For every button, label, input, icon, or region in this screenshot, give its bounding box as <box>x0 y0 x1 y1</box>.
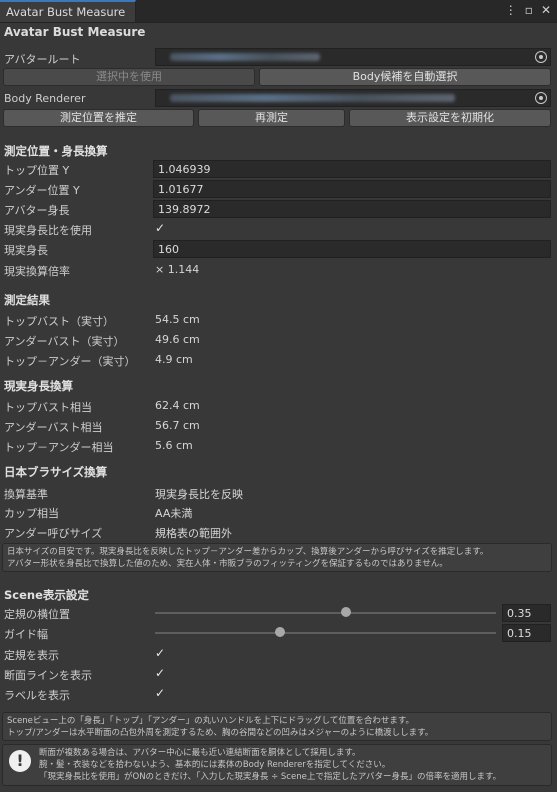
guide-width-slider[interactable] <box>155 632 496 634</box>
avatar-root-label: アバタールート <box>4 53 81 66</box>
scene-help-box: Sceneビュー上の「身長」「トップ」「アンダー」の丸いハンドルを上下にドラッグ… <box>2 712 552 741</box>
show-section-label: 断面ラインを表示 <box>4 669 92 682</box>
bust-diff-value: 4.9 cm <box>155 353 193 366</box>
position-section-title: 測定位置・身長換算 <box>4 144 108 158</box>
scene-help-line2: トップ/アンダーは水平断面の凸包外周を測定するため、胸の谷間などの凹みはメジャー… <box>7 728 434 738</box>
jp-size-help-box: 日本サイズの目安です。現実身長比を反映したトップ－アンダー差からカップ、換算後ア… <box>2 543 552 572</box>
object-picker-icon[interactable] <box>535 92 547 104</box>
avatar-root-field[interactable] <box>155 48 551 66</box>
scene-section-title: Scene表示設定 <box>4 588 89 602</box>
top-y-value: 1.046939 <box>158 163 211 176</box>
ratio-value: × 1.144 <box>155 263 200 276</box>
real-diff-value: 5.6 cm <box>155 439 193 452</box>
warning-box: ! 断面が複数ある場合は、アバター中心に最も近い連結断面を胴体として採用します。… <box>2 744 552 786</box>
top-bust-value: 54.5 cm <box>155 313 200 326</box>
maximize-icon[interactable]: ▫ <box>525 3 533 17</box>
basis-label: 換算基準 <box>4 488 48 501</box>
real-height-label: 現実身長 <box>4 244 48 257</box>
real-top-label: トップバスト相当 <box>4 401 92 414</box>
avatar-height-value: 139.8972 <box>158 203 211 216</box>
under-bust-label: アンダーバスト（実寸） <box>4 335 125 348</box>
reset-display-button[interactable]: 表示設定を初期化 <box>349 109 551 127</box>
jp-size-section-title: 日本ブラサイズ換算 <box>4 465 108 479</box>
real-height-value: 160 <box>158 243 179 256</box>
guide-width-slider-knob[interactable] <box>274 627 285 637</box>
use-real-ratio-label: 現実身長比を使用 <box>4 224 92 237</box>
real-height-field[interactable]: 160 <box>153 240 551 258</box>
under-call-value: 規格表の範囲外 <box>155 527 232 540</box>
avatar-root-value-blurred <box>170 53 320 61</box>
guide-width-field[interactable]: 0.15 <box>502 624 551 642</box>
show-ruler-label: 定規を表示 <box>4 649 59 662</box>
tab-avatar-bust-measure[interactable]: Avatar Bust Measure <box>0 0 136 22</box>
jp-size-help-line2: アバター形状を身長比で換算した値のため、実在人体・市販ブラのフィッティングを保証… <box>7 559 448 569</box>
show-section-checkbox[interactable]: ✓ <box>155 667 167 679</box>
body-renderer-value-blurred <box>170 94 455 102</box>
close-icon[interactable]: ✕ <box>541 3 551 17</box>
warning-line2: 腕・髪・衣装などを拾わないよう、基本的には素体のBody Rendererを指定… <box>39 760 391 770</box>
guide-width-label: ガイド幅 <box>4 628 48 641</box>
ruler-pos-slider-knob[interactable] <box>340 607 351 617</box>
ruler-pos-value: 0.35 <box>507 607 532 620</box>
under-y-value: 1.01677 <box>158 183 204 196</box>
show-labels-checkbox[interactable]: ✓ <box>155 687 167 699</box>
cup-value: AA未満 <box>155 507 193 520</box>
real-diff-label: トップ－アンダー相当 <box>4 441 114 454</box>
top-y-label: トップ位置 Y <box>4 164 70 177</box>
warning-line3: 「現実身長比を使用」がONのときだけ、「入力した現実身長 ÷ Scene上で指定… <box>39 772 502 782</box>
use-real-ratio-checkbox[interactable]: ✓ <box>155 222 167 234</box>
avatar-height-field[interactable]: 139.8972 <box>153 200 551 218</box>
result-section-title: 測定結果 <box>4 293 50 307</box>
bust-diff-label: トップ－アンダー（実寸） <box>4 355 136 368</box>
top-y-field[interactable]: 1.046939 <box>153 160 551 178</box>
under-y-field[interactable]: 1.01677 <box>153 180 551 198</box>
real-under-label: アンダーバスト相当 <box>4 421 103 434</box>
real-section-title: 現実身長換算 <box>4 379 73 393</box>
ruler-pos-label: 定規の横位置 <box>4 608 70 621</box>
tab-bar: Avatar Bust Measure ⋮ ▫ ✕ <box>0 0 557 23</box>
jp-size-help-line1: 日本サイズの目安です。現実身長比を反映したトップ－アンダー差からカップ、換算後ア… <box>7 547 489 557</box>
tab-controls: ⋮ ▫ ✕ <box>505 3 551 17</box>
warning-line1: 断面が複数ある場合は、アバター中心に最も近い連結断面を胴体として採用します。 <box>39 748 361 758</box>
real-under-value: 56.7 cm <box>155 419 200 432</box>
tab-title: Avatar Bust Measure <box>6 5 126 19</box>
kebab-menu-icon[interactable]: ⋮ <box>505 3 517 17</box>
show-ruler-checkbox[interactable]: ✓ <box>155 647 167 659</box>
avatar-height-label: アバター身長 <box>4 204 70 217</box>
cup-label: カップ相当 <box>4 507 59 520</box>
ruler-pos-slider[interactable] <box>155 612 496 614</box>
window-title: Avatar Bust Measure <box>4 25 146 39</box>
guide-width-value: 0.15 <box>507 627 532 640</box>
scene-help-line1: Sceneビュー上の「身長」「トップ」「アンダー」の丸いハンドルを上下にドラッグ… <box>7 716 414 726</box>
under-call-label: アンダー呼びサイズ <box>4 527 103 540</box>
body-renderer-label: Body Renderer <box>4 92 86 105</box>
auto-select-body-button[interactable]: Body候補を自動選択 <box>259 68 551 86</box>
ratio-label: 現実換算倍率 <box>4 265 70 278</box>
ruler-pos-field[interactable]: 0.35 <box>502 604 551 622</box>
show-labels-label: ラベルを表示 <box>4 689 70 702</box>
under-bust-value: 49.6 cm <box>155 333 200 346</box>
object-picker-icon[interactable] <box>535 51 547 63</box>
estimate-position-button[interactable]: 測定位置を推定 <box>3 109 194 127</box>
remeasure-button[interactable]: 再測定 <box>198 109 345 127</box>
under-y-label: アンダー位置 Y <box>4 184 80 197</box>
warning-icon: ! <box>9 750 31 772</box>
top-bust-label: トップバスト（実寸） <box>4 315 114 328</box>
body-renderer-field[interactable] <box>155 89 551 107</box>
real-top-value: 62.4 cm <box>155 399 200 412</box>
basis-value: 現実身長比を反映 <box>155 488 243 501</box>
use-selected-button[interactable]: 選択中を使用 <box>3 68 255 86</box>
